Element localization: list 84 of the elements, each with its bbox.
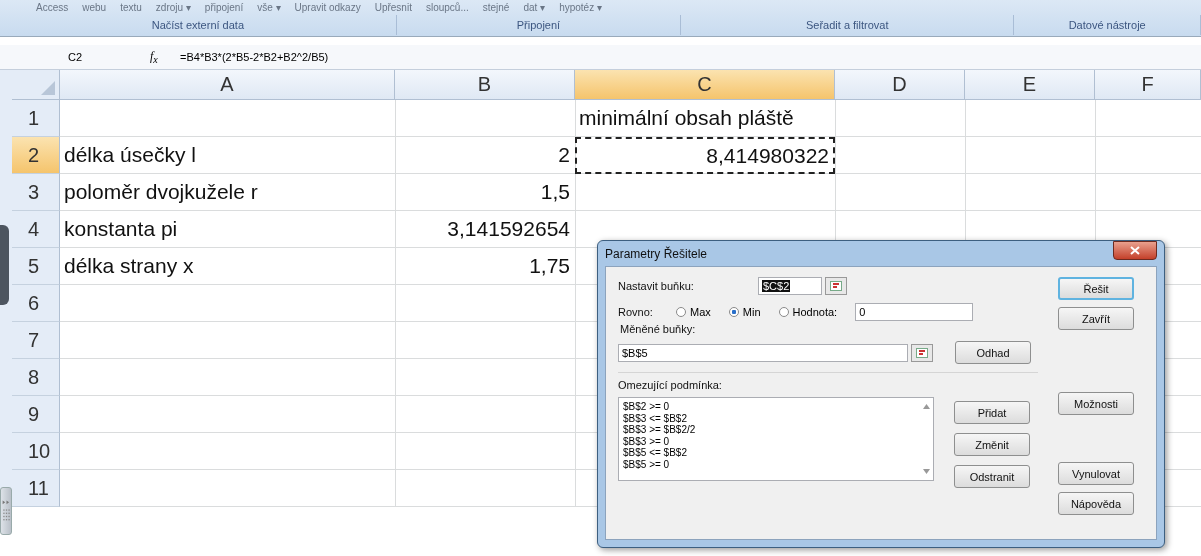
field-label: Měněné buňky: <box>620 323 697 335</box>
ribbon-command[interactable]: zdroju ▾ <box>155 1 191 15</box>
column-header[interactable]: E <box>965 70 1095 100</box>
field-label: Rovno: <box>618 306 654 318</box>
corner-triangle-icon <box>41 81 55 95</box>
column-header[interactable]: A <box>60 70 395 100</box>
constraint-list[interactable]: $B$2 >= 0 $B$3 <= $B$2 $B$3 >= $B$2/2 $B$3 >= 0 $B$5 <= $B$2 $B$5 >= 0 <box>618 397 934 481</box>
list-item[interactable]: $B$3 <= $B$2 <box>623 412 915 424</box>
radio-option[interactable]: Hodnota: <box>778 306 838 318</box>
formula-field[interactable]: =B4*B3*(2*B5-2*B2+B2^2/B5) <box>180 51 329 63</box>
list-item[interactable]: $B$5 <= $B$2 <box>623 447 915 459</box>
radio-option[interactable]: Max <box>676 306 711 318</box>
row-header[interactable]: 10 <box>12 433 60 470</box>
input-field[interactable]: $B$5 <box>618 343 908 362</box>
dialog-button[interactable]: Možnosti <box>1058 392 1134 415</box>
ribbon-command[interactable]: připojení <box>204 1 244 15</box>
dialog-button[interactable]: Nápověda <box>1058 492 1134 515</box>
table-cell-text: 2 <box>557 142 571 168</box>
table-cell-text: délka úsečky l <box>63 142 197 168</box>
field-label: Nastavit buňku: <box>618 280 695 292</box>
ribbon-group-label: Datové nástroje <box>1014 15 1201 35</box>
dialog-button[interactable]: Změnit <box>954 433 1030 456</box>
ribbon-command[interactable]: Upravit odkazy <box>294 1 361 15</box>
close-icon <box>1130 246 1140 255</box>
down-arrow-icon <box>922 469 930 474</box>
table-cell-text: konstanta pi <box>63 216 179 242</box>
table-cell: 8,414980322 <box>575 137 835 174</box>
row-header[interactable]: 3 <box>12 174 60 211</box>
range-picker-button[interactable] <box>825 277 847 295</box>
table-cell-text: 1,75 <box>528 253 571 279</box>
table-cell-text: poloměr dvojkužele r <box>63 179 259 205</box>
list-item[interactable]: $B$3 >= 0 <box>623 435 915 447</box>
column-header[interactable]: B <box>395 70 575 100</box>
row-header[interactable]: 1 <box>12 100 60 137</box>
column-header[interactable]: D <box>835 70 965 100</box>
ribbon-command[interactable]: sloupců... <box>425 1 469 15</box>
table-cell-text: délka strany x <box>63 253 195 279</box>
ribbon-group-label: Připojení <box>396 15 682 35</box>
range-picker-button[interactable] <box>911 343 933 362</box>
list-item[interactable]: $B$2 >= 0 <box>623 401 915 413</box>
row-header[interactable]: 7 <box>12 322 60 359</box>
row-header[interactable]: 6 <box>12 285 60 322</box>
row-header[interactable]: 5 <box>12 248 60 285</box>
row-header[interactable]: 4 <box>12 211 60 248</box>
guess-button[interactable]: Odhad <box>955 341 1031 364</box>
ribbon-command[interactable]: dat ▾ <box>523 1 546 15</box>
name-box[interactable]: C2 <box>0 51 150 63</box>
row-header[interactable]: 8 <box>12 359 60 396</box>
row-header[interactable]: 2 <box>12 137 60 174</box>
range-picker-icon <box>830 281 842 291</box>
row-header[interactable]: 11 <box>12 470 60 507</box>
pane-grip[interactable] <box>0 487 12 535</box>
ribbon-command[interactable]: vše ▾ <box>257 1 281 15</box>
column-header[interactable]: C <box>575 70 835 100</box>
ribbon-command[interactable]: stejné <box>482 1 510 15</box>
dialog-title: Parametry Řešitele <box>605 246 708 261</box>
dialog-button[interactable]: Vynulovat <box>1058 462 1134 485</box>
ribbon-group-label: Seřadit a filtrovat <box>681 15 1015 35</box>
input-field[interactable]: $C$2 <box>758 277 822 295</box>
field-label: Omezující podmínka: <box>618 379 723 391</box>
insert-function-button[interactable]: f$_{x}$ <box>150 48 180 66</box>
up-arrow-icon <box>922 404 930 409</box>
table-cell-text: minimální obsah pláště <box>578 105 795 131</box>
ribbon-command[interactable]: Access <box>36 1 69 15</box>
range-picker-icon <box>916 347 928 358</box>
ribbon-command[interactable]: Upřesnit <box>374 1 412 15</box>
dialog-button[interactable]: Odstranit <box>954 465 1030 488</box>
table-cell-text: 1,5 <box>539 179 571 205</box>
table-cell-text: 3,141592654 <box>446 216 571 242</box>
column-header[interactable]: F <box>1095 70 1201 100</box>
close-button[interactable] <box>1113 241 1157 260</box>
ribbon-command[interactable]: hypotéz ▾ <box>559 1 602 15</box>
list-item[interactable]: $B$5 >= 0 <box>623 458 915 470</box>
input-field[interactable]: 0 <box>855 303 974 321</box>
dialog-button[interactable]: Řešit <box>1058 277 1134 300</box>
ribbon-command[interactable]: textu <box>120 1 142 15</box>
dialog-button[interactable]: Zavřít <box>1058 307 1134 330</box>
side-handle[interactable] <box>0 225 9 305</box>
row-header[interactable]: 9 <box>12 396 60 433</box>
list-item[interactable]: $B$3 >= $B$2/2 <box>623 424 915 436</box>
radio-option[interactable]: Min <box>728 306 761 318</box>
ribbon-group-label: Načíst externí data <box>0 15 397 35</box>
dialog-button[interactable]: Přidat <box>954 401 1030 424</box>
ribbon-command[interactable]: webu <box>82 1 107 15</box>
